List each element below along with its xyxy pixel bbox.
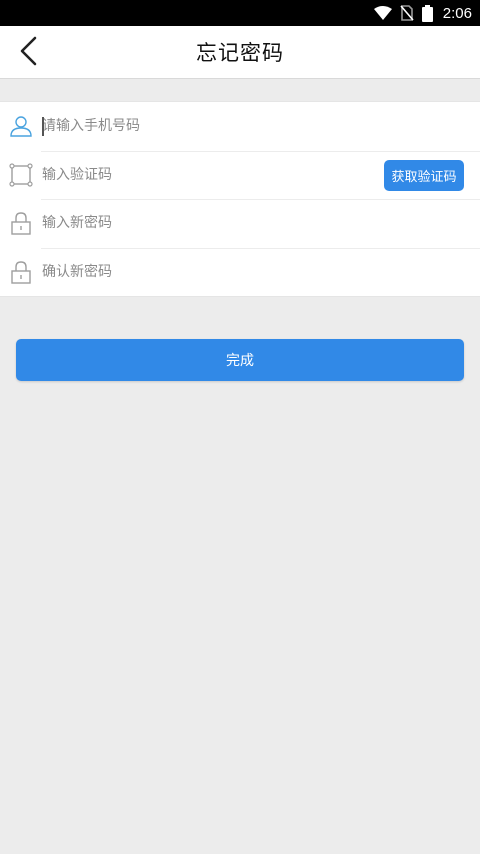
confirm-password-row xyxy=(0,247,480,297)
status-bar: 2:06 xyxy=(0,0,480,26)
battery-icon xyxy=(421,4,433,22)
frame-icon xyxy=(9,163,33,187)
get-code-button[interactable]: 获取验证码 xyxy=(384,159,464,191)
phone-row xyxy=(0,102,480,151)
app-bar: 忘记密码 xyxy=(0,26,480,79)
reset-password-form: 获取验证码 xyxy=(0,101,480,297)
phone-input[interactable] xyxy=(42,111,372,142)
confirm-password-input[interactable] xyxy=(42,256,372,287)
submit-button[interactable]: 完成 xyxy=(16,339,464,381)
page-title: 忘记密码 xyxy=(196,41,284,65)
new-password-row xyxy=(0,199,480,248)
back-button[interactable] xyxy=(6,26,50,79)
no-sim-icon xyxy=(400,5,414,21)
lock-icon xyxy=(9,260,33,284)
lock-icon xyxy=(9,211,33,235)
new-password-input[interactable] xyxy=(42,208,372,239)
code-row: 获取验证码 xyxy=(0,150,480,200)
verification-code-input[interactable] xyxy=(42,159,372,190)
user-icon xyxy=(9,114,33,138)
wifi-icon xyxy=(373,6,392,20)
chevron-left-icon xyxy=(18,36,38,70)
text-cursor xyxy=(42,117,44,136)
status-time: 2:06 xyxy=(442,4,472,22)
